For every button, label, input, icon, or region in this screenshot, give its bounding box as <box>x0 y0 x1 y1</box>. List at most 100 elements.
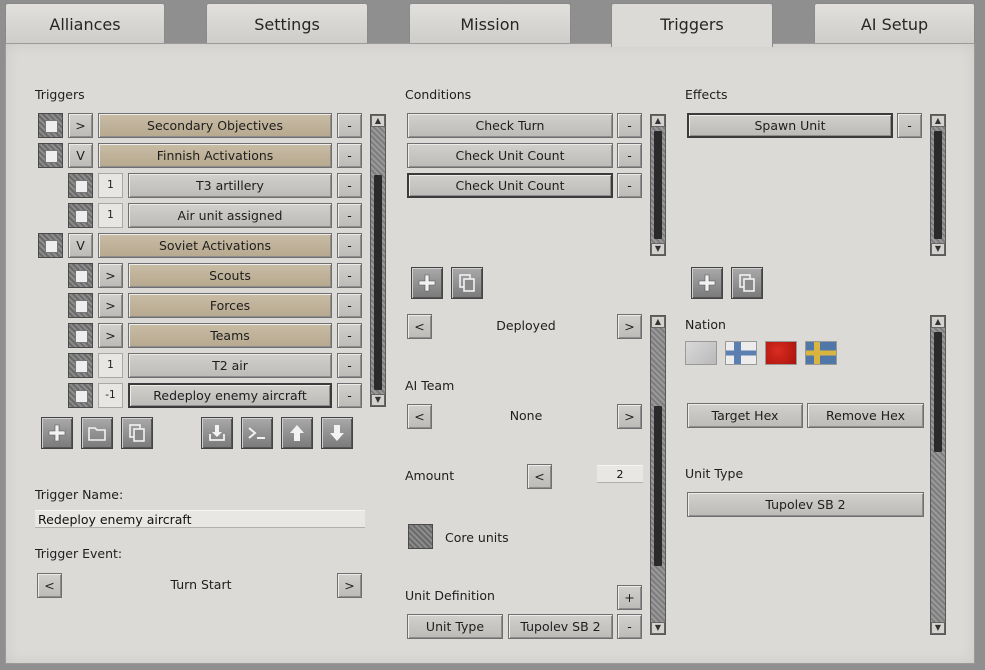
trigger-item[interactable]: T2 air <box>128 353 332 378</box>
flag-soviet-icon[interactable] <box>765 341 797 365</box>
trigger-expand-button[interactable]: > <box>98 263 123 288</box>
trigger-checkbox[interactable] <box>68 263 93 288</box>
scroll-down-icon[interactable]: ▼ <box>931 243 945 255</box>
scroll-up-icon[interactable]: ▲ <box>651 316 665 328</box>
trigger-checkbox[interactable] <box>68 323 93 348</box>
trigger-expand-button[interactable]: > <box>98 293 123 318</box>
copy-icon[interactable] <box>731 267 763 299</box>
trigger-count[interactable]: 1 <box>98 203 123 228</box>
tab-triggers[interactable]: Triggers <box>611 3 773 47</box>
target-hex-button[interactable]: Target Hex <box>687 403 803 428</box>
trigger-expand-button[interactable]: V <box>68 143 93 168</box>
trigger-checkbox[interactable] <box>38 143 63 168</box>
trigger-expand-button[interactable]: V <box>68 233 93 258</box>
trigger-checkbox[interactable] <box>68 203 93 228</box>
console-icon[interactable] <box>241 417 273 449</box>
trigger-remove-button[interactable]: - <box>337 263 362 288</box>
trigger-event-prev-button[interactable]: < <box>37 573 62 598</box>
condition-item[interactable]: Check Unit Count <box>407 143 613 168</box>
unit-definition-remove-button[interactable]: - <box>617 614 642 639</box>
unit-definition-add-button[interactable]: + <box>617 585 642 610</box>
scroll-up-icon[interactable]: ▲ <box>931 115 945 127</box>
scroll-up-icon[interactable]: ▲ <box>371 115 385 127</box>
remove-hex-button[interactable]: Remove Hex <box>807 403 924 428</box>
scroll-thumb[interactable] <box>654 406 662 566</box>
tab-mission[interactable]: Mission <box>409 3 571 43</box>
trigger-count[interactable]: 1 <box>98 353 123 378</box>
trigger-checkbox[interactable] <box>68 383 93 408</box>
trigger-item[interactable]: Forces <box>128 293 332 318</box>
scroll-up-icon[interactable]: ▲ <box>651 115 665 127</box>
deployed-next-button[interactable]: > <box>617 314 642 339</box>
unit-type-button[interactable]: Unit Type <box>407 614 503 639</box>
condition-remove-button[interactable]: - <box>617 113 642 138</box>
trigger-checkbox[interactable] <box>68 173 93 198</box>
trigger-count[interactable]: 1 <box>98 173 123 198</box>
amount-field[interactable]: 2 <box>597 465 643 483</box>
ai-team-prev-button[interactable]: < <box>407 404 432 429</box>
trigger-remove-button[interactable]: - <box>337 173 362 198</box>
condition-item[interactable]: Check Turn <box>407 113 613 138</box>
scroll-thumb[interactable] <box>934 131 942 239</box>
trigger-checkbox[interactable] <box>38 233 63 258</box>
scroll-down-icon[interactable]: ▼ <box>651 622 665 634</box>
effect-unit-type-button[interactable]: Tupolev SB 2 <box>687 492 924 517</box>
scroll-down-icon[interactable]: ▼ <box>651 243 665 255</box>
trigger-name-field[interactable]: Redeploy enemy aircraft <box>35 510 365 528</box>
trigger-item[interactable]: Secondary Objectives <box>98 113 332 138</box>
trigger-item[interactable]: Teams <box>128 323 332 348</box>
condition-remove-button[interactable]: - <box>617 143 642 168</box>
flag-neutral-icon[interactable] <box>685 341 717 365</box>
copy-icon[interactable] <box>451 267 483 299</box>
effect-remove-button[interactable]: - <box>897 113 922 138</box>
copy-icon[interactable] <box>121 417 153 449</box>
triggers-scrollbar[interactable]: ▲ ▼ <box>370 114 386 407</box>
core-units-checkbox[interactable] <box>408 524 433 549</box>
trigger-remove-button[interactable]: - <box>337 293 362 318</box>
trigger-item[interactable]: Air unit assigned <box>128 203 332 228</box>
trigger-expand-button[interactable]: > <box>68 113 93 138</box>
trigger-remove-button[interactable]: - <box>337 323 362 348</box>
trigger-event-next-button[interactable]: > <box>337 573 362 598</box>
folder-icon[interactable] <box>81 417 113 449</box>
plus-icon[interactable] <box>41 417 73 449</box>
amount-decrease-button[interactable]: < <box>527 464 552 489</box>
scroll-down-icon[interactable]: ▼ <box>931 622 945 634</box>
scroll-up-icon[interactable]: ▲ <box>931 316 945 328</box>
conditions-scrollbar[interactable]: ▲ ▼ <box>650 114 666 256</box>
unit-type-value-button[interactable]: Tupolev SB 2 <box>508 614 613 639</box>
scroll-thumb[interactable] <box>654 131 662 239</box>
arrow-down-icon[interactable] <box>321 417 353 449</box>
condition-remove-button[interactable]: - <box>617 173 642 198</box>
tab-ai-setup[interactable]: AI Setup <box>814 3 975 43</box>
scroll-thumb[interactable] <box>374 175 382 390</box>
trigger-remove-button[interactable]: - <box>337 143 362 168</box>
flag-sweden-icon[interactable] <box>805 341 837 365</box>
tab-alliances[interactable]: Alliances <box>5 3 165 43</box>
trigger-remove-button[interactable]: - <box>337 383 362 408</box>
trigger-item[interactable]: Soviet Activations <box>98 233 332 258</box>
trigger-item-selected[interactable]: Redeploy enemy aircraft <box>128 383 332 408</box>
trigger-remove-button[interactable]: - <box>337 113 362 138</box>
trigger-remove-button[interactable]: - <box>337 353 362 378</box>
effects-scrollbar[interactable]: ▲ ▼ <box>930 114 946 256</box>
condition-detail-scrollbar[interactable]: ▲ ▼ <box>650 315 666 635</box>
trigger-remove-button[interactable]: - <box>337 203 362 228</box>
import-icon[interactable] <box>201 417 233 449</box>
effect-detail-scrollbar[interactable]: ▲ ▼ <box>930 315 946 635</box>
scroll-thumb[interactable] <box>934 332 942 452</box>
scroll-down-icon[interactable]: ▼ <box>371 394 385 406</box>
trigger-item[interactable]: Finnish Activations <box>98 143 332 168</box>
tab-settings[interactable]: Settings <box>206 3 368 43</box>
trigger-checkbox[interactable] <box>68 293 93 318</box>
trigger-expand-button[interactable]: > <box>98 323 123 348</box>
trigger-item[interactable]: Scouts <box>128 263 332 288</box>
effect-item-selected[interactable]: Spawn Unit <box>687 113 893 138</box>
trigger-checkbox[interactable] <box>38 113 63 138</box>
flag-finland-icon[interactable] <box>725 341 757 365</box>
condition-item-selected[interactable]: Check Unit Count <box>407 173 613 198</box>
trigger-item[interactable]: T3 artillery <box>128 173 332 198</box>
plus-icon[interactable] <box>411 267 443 299</box>
deployed-prev-button[interactable]: < <box>407 314 432 339</box>
trigger-remove-button[interactable]: - <box>337 233 362 258</box>
